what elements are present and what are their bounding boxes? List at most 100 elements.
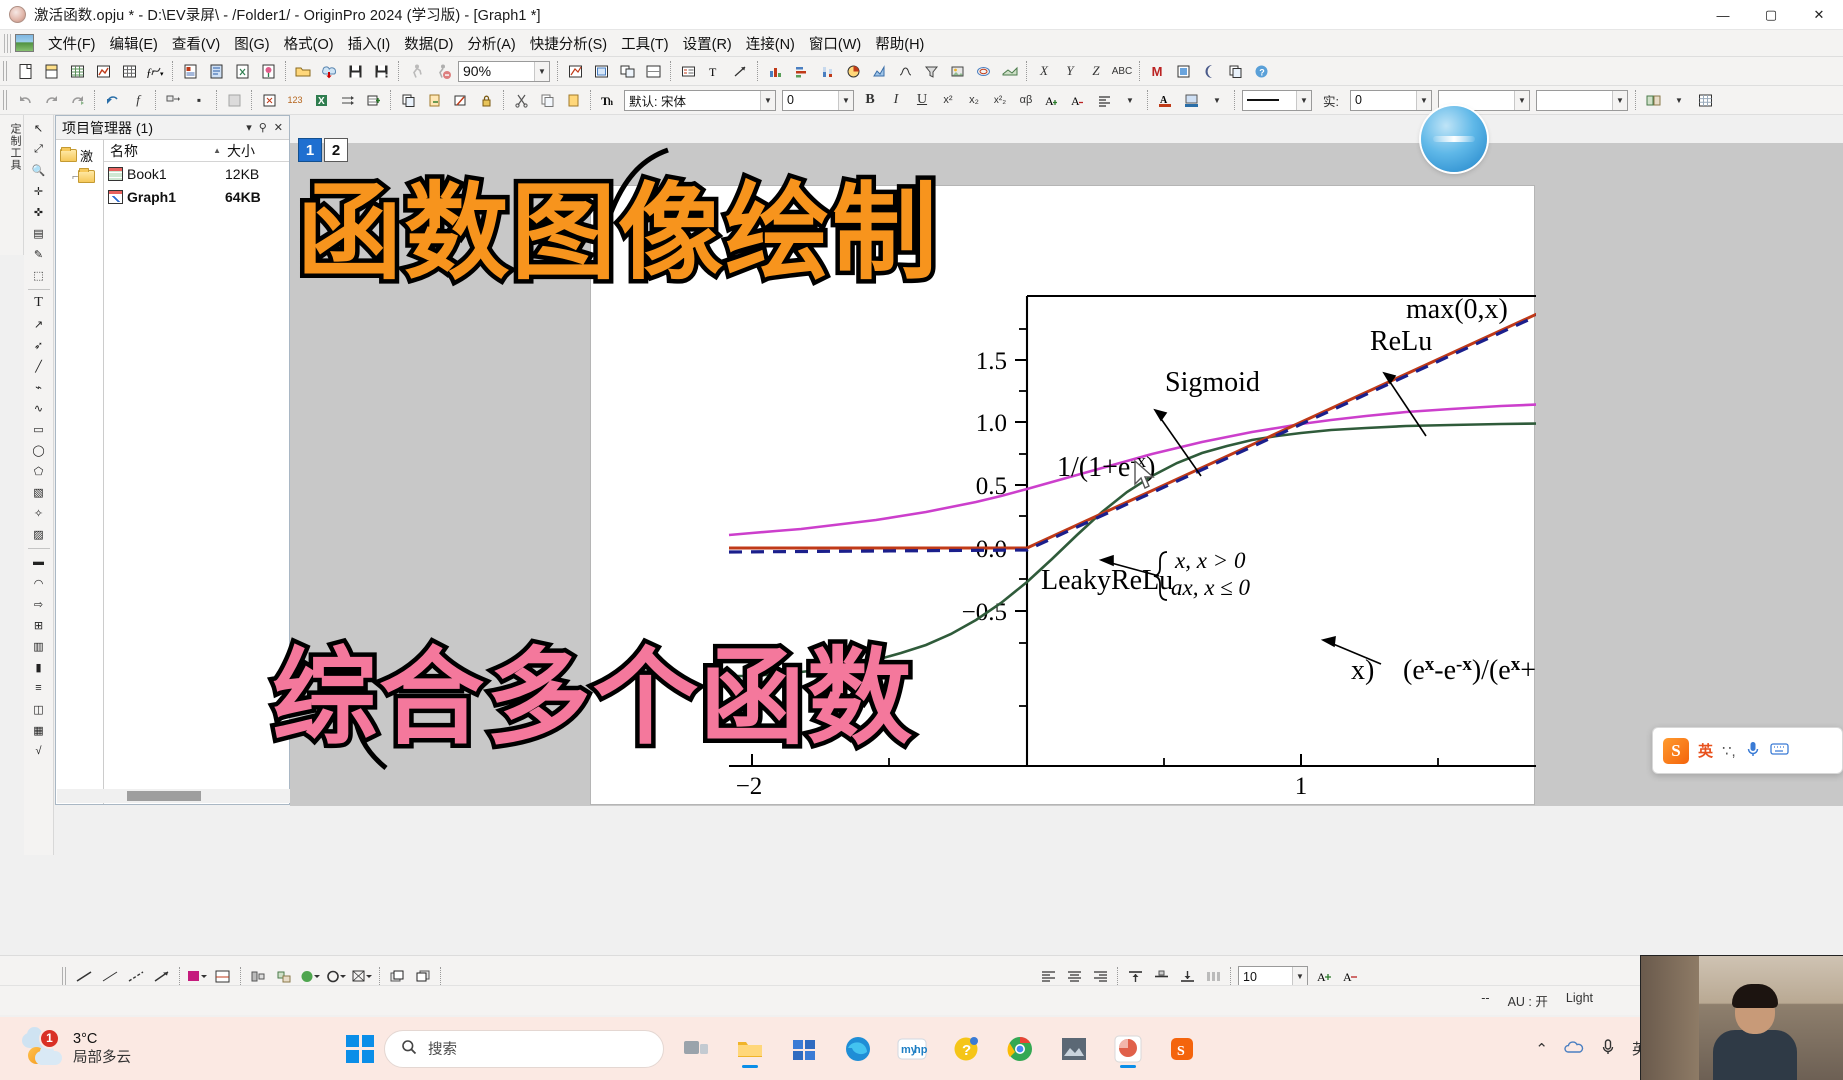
keyboard-icon[interactable]	[1770, 742, 1789, 760]
pointer-tool-icon[interactable]: ↖	[26, 118, 52, 138]
customize-toolbar-tab[interactable]: 定制工具	[0, 115, 24, 255]
cut-icon[interactable]	[509, 88, 533, 112]
zoom-in-tool-icon[interactable]: 🔍	[26, 160, 52, 180]
menu-item-data[interactable]: 数据(D)	[397, 30, 460, 57]
equation-tool-icon[interactable]: √	[26, 741, 52, 761]
stacked-plot-icon[interactable]	[815, 59, 839, 83]
circle-tool-icon[interactable]: ◯	[26, 440, 52, 460]
label-icon[interactable]: ABC	[1110, 59, 1134, 83]
line-style-combo[interactable]: ▼	[1242, 89, 1312, 111]
copy2-icon[interactable]	[535, 88, 559, 112]
chevron-down-icon[interactable]: ▼	[1296, 90, 1311, 110]
menu-item-insert[interactable]: 插入(I)	[341, 30, 398, 57]
chevron-down-icon[interactable]: ▼	[1292, 967, 1307, 986]
text-color-icon[interactable]: A	[1153, 88, 1177, 112]
project-manager-hscrollbar[interactable]	[57, 789, 290, 803]
add-arrow-icon[interactable]	[728, 59, 752, 83]
sogou-ime-bar[interactable]: 英 ∵,	[1652, 727, 1843, 774]
help-icon[interactable]: ?	[1249, 59, 1273, 83]
z-function-icon[interactable]: Z	[1084, 59, 1108, 83]
font-family-combo[interactable]: 默认: 宋体 ▼	[624, 89, 776, 111]
lock-icon[interactable]	[474, 88, 498, 112]
legend-tool-icon[interactable]: ▥	[26, 636, 52, 656]
symbol-size-combo[interactable]: ▼	[1536, 89, 1628, 111]
zoom-level-combo[interactable]: 90% ▼	[458, 60, 550, 82]
stat-plot-icon[interactable]	[893, 59, 917, 83]
menu-item-format[interactable]: 格式(O)	[277, 30, 341, 57]
new-image-window-icon[interactable]	[256, 59, 280, 83]
surface-plot-icon[interactable]	[997, 59, 1021, 83]
line-tool-icon[interactable]: ╱	[26, 356, 52, 376]
curved-arrow-tool-icon[interactable]: ➶	[26, 335, 52, 355]
taskbar-app-microsoft-edge[interactable]	[836, 1027, 880, 1071]
import-data-icon[interactable]	[317, 59, 341, 83]
polyline-tool-icon[interactable]: ⌁	[26, 377, 52, 397]
masking-icon[interactable]: M	[1145, 59, 1169, 83]
minimize-button[interactable]: —	[1699, 0, 1747, 30]
gallery-tool-icon[interactable]: ▦	[26, 720, 52, 740]
menu-item-window[interactable]: 窗口(W)	[802, 30, 868, 57]
new-graph-icon[interactable]	[91, 59, 115, 83]
transpose-icon[interactable]	[335, 88, 359, 112]
onedrive-icon[interactable]	[1564, 1040, 1584, 1058]
underline-button[interactable]: U	[910, 88, 934, 112]
chevron-down-icon[interactable]: ▼	[1514, 90, 1529, 110]
numeric-format-icon[interactable]: 123	[283, 88, 307, 112]
menu-item-edit[interactable]: 编辑(E)	[103, 30, 165, 57]
sogou-logo-icon[interactable]	[1663, 737, 1689, 764]
toolbar-grip-format[interactable]	[3, 90, 9, 110]
theme-icon[interactable]	[1197, 59, 1221, 83]
menu-item-analysis[interactable]: 分析(A)	[460, 30, 522, 57]
new-excel-icon[interactable]	[230, 59, 254, 83]
region-tool-icon[interactable]: ▧	[26, 482, 52, 502]
set-column-values-icon[interactable]	[257, 88, 281, 112]
new-matrix-icon[interactable]	[117, 59, 141, 83]
status-au[interactable]: AU : 开	[1508, 991, 1548, 1010]
ime-punctuation-icon[interactable]: ∵,	[1722, 742, 1736, 760]
text-tool-icon[interactable]: T	[26, 293, 52, 313]
taskbar-app-google-chrome[interactable]	[998, 1027, 1042, 1071]
superscript-button[interactable]: x²	[936, 88, 960, 112]
layer-tab-1[interactable]: 1	[298, 138, 322, 162]
taskbar-app-microsoft-store[interactable]	[782, 1027, 826, 1071]
taskbar-app-sogou-input[interactable]: S	[1160, 1027, 1204, 1071]
copy-icon[interactable]	[396, 88, 420, 112]
column-header-name[interactable]: 名称	[104, 141, 213, 161]
export-graph-icon[interactable]	[222, 88, 246, 112]
draw-data-tool-icon[interactable]: ✎	[26, 244, 52, 264]
redo-icon[interactable]	[39, 88, 63, 112]
font-size-combo[interactable]: 0 ▼	[782, 89, 854, 111]
supersubscript-button[interactable]: x²₂	[988, 88, 1012, 112]
microphone-icon[interactable]	[1600, 1038, 1616, 1060]
save-project-icon[interactable]	[343, 59, 367, 83]
plot-dropdown-icon[interactable]: ▼	[1667, 88, 1691, 112]
paste-icon[interactable]	[422, 88, 446, 112]
menu-grip[interactable]	[4, 33, 12, 53]
line-width-combo[interactable]: 0 ▼	[1350, 89, 1432, 111]
list-item[interactable]: Graph1 64KB	[104, 185, 289, 208]
arrange-layers-icon[interactable]	[161, 88, 185, 112]
chevron-down-icon[interactable]: ▼	[534, 61, 549, 81]
bar-plot-icon[interactable]	[763, 59, 787, 83]
sort-ascending-icon[interactable]: ▲	[213, 146, 225, 155]
graph-window[interactable]: 1.5 1.0 0.5 0.0 −0.5 −2 1 Sigmoid 1/(1+e…	[590, 185, 1536, 805]
open-file-icon[interactable]	[291, 59, 315, 83]
paste2-icon[interactable]	[561, 88, 585, 112]
decrease-font-icon[interactable]: A	[1066, 88, 1090, 112]
menu-item-help[interactable]: 帮助(H)	[868, 30, 931, 57]
add-layer-icon[interactable]	[589, 59, 613, 83]
data-reader-tool-icon[interactable]: ✛	[26, 181, 52, 201]
filter-icon[interactable]	[919, 59, 943, 83]
pin-icon[interactable]: ⚲	[259, 121, 267, 134]
dropdown-icon[interactable]: ▼	[1205, 88, 1229, 112]
extract-layer-icon[interactable]	[615, 59, 639, 83]
contour-plot-icon[interactable]	[971, 59, 995, 83]
duplicate-icon[interactable]	[1223, 59, 1247, 83]
new-legend-icon[interactable]	[676, 59, 700, 83]
ime-mode-label[interactable]: 英	[1698, 740, 1713, 761]
taskbar-app-help[interactable]: ?	[944, 1027, 988, 1071]
pick-color-icon[interactable]	[1171, 59, 1195, 83]
stack-tool-icon[interactable]: ≡	[26, 678, 52, 698]
data-selector-tool-icon[interactable]: ▤	[26, 223, 52, 243]
column-header-size[interactable]: 大小	[225, 141, 289, 161]
